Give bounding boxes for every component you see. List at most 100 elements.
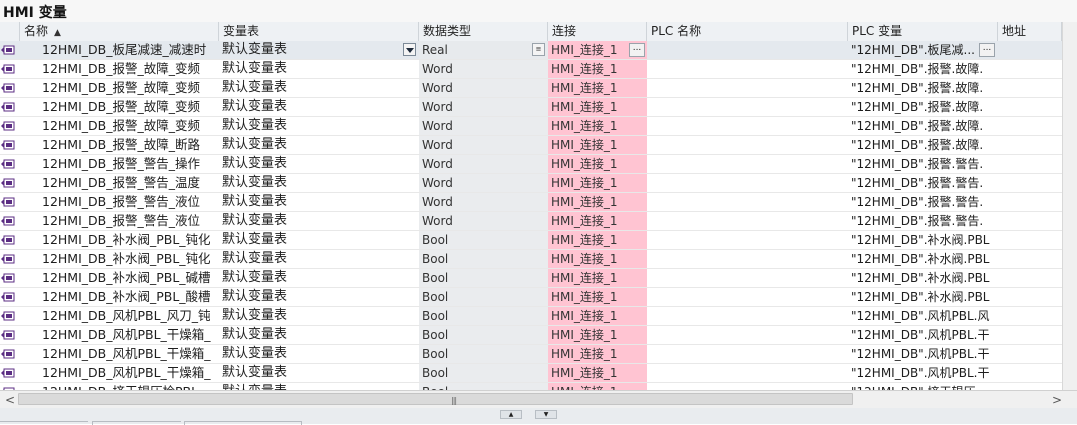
hmi-tags-table[interactable]: 名称 ▲ 变量表 数据类型 连接 PLC 名称 PLC 变量 地址 12HMI_D… (0, 22, 1062, 390)
cell-data-type[interactable]: Bool (419, 269, 548, 287)
cell-plc-tag[interactable]: "12HMI_DB".报警.警告. (848, 174, 998, 192)
cell-name[interactable]: 12HMI_DB_挤干辊压检PBL (20, 383, 219, 390)
cell-address[interactable] (998, 364, 1062, 382)
cell-name[interactable]: 12HMI_DB_报警_故障_变频 (20, 117, 219, 135)
table-row[interactable]: 12HMI_DB_报警_故障_变频 默认变量表 Word HMI_连接_1 "12HMI… (0, 98, 1062, 117)
cell-plc-name[interactable] (647, 231, 848, 249)
cell-plc-name[interactable] (647, 155, 848, 173)
cell-plc-tag[interactable]: "12HMI_DB".报警.故障. (848, 136, 998, 154)
cell-plc-name[interactable] (647, 79, 848, 97)
dropdown-arrow-icon[interactable] (403, 43, 416, 56)
header-connection[interactable]: 连接 (548, 22, 647, 41)
cell-connection[interactable]: HMI_连接_1 (548, 383, 647, 390)
cell-connection[interactable]: HMI_连接_1 (548, 326, 647, 344)
cell-tag-table[interactable]: 默认变量表 (219, 364, 419, 382)
cell-tag-table[interactable]: 默认变量表 (219, 250, 419, 268)
cell-connection[interactable]: HMI_连接_1 (548, 269, 647, 287)
table-row[interactable]: 12HMI_DB_报警_警告_温度 默认变量表 Word HMI_连接_1 "12HMI… (0, 174, 1062, 193)
cell-data-type[interactable]: Word (419, 155, 548, 173)
table-row[interactable]: 12HMI_DB_板尾减速_减速时 默认变量表 Real ≡ HMI_连接_1... "1… (0, 41, 1062, 60)
cell-plc-tag[interactable]: "12HMI_DB".报警.警告. (848, 212, 998, 230)
table-row[interactable]: 12HMI_DB_风机PBL_干燥箱_ 默认变量表 Bool HMI_连接_1 "12H… (0, 326, 1062, 345)
cell-plc-tag[interactable]: "12HMI_DB".报警.故障. (848, 60, 998, 78)
splitter-up-icon[interactable]: ▲ (500, 410, 522, 419)
cell-tag-table[interactable]: 默认变量表 (219, 155, 419, 173)
vertical-scrollbar[interactable] (1062, 22, 1077, 390)
cell-address[interactable] (998, 231, 1062, 249)
cell-name[interactable]: 12HMI_DB_风机PBL_风刀_钝 (20, 307, 219, 325)
cell-plc-name[interactable] (647, 41, 848, 59)
cell-tag-table[interactable]: 默认变量表 (219, 288, 419, 306)
table-row[interactable]: 12HMI_DB_补水阀_PBL_钝化 默认变量表 Bool HMI_连接_1 "12H… (0, 231, 1062, 250)
cell-address[interactable] (998, 383, 1062, 390)
cell-name[interactable]: 12HMI_DB_报警_故障_变频 (20, 98, 219, 116)
cell-connection[interactable]: HMI_连接_1 (548, 307, 647, 325)
cell-plc-tag[interactable]: "12HMI_DB".风机PBL.干 (848, 364, 998, 382)
cell-plc-name[interactable] (647, 383, 848, 390)
cell-plc-tag[interactable]: "12HMI_DB".风机PBL.干 (848, 326, 998, 344)
header-tag-table[interactable]: 变量表 (219, 22, 419, 41)
cell-address[interactable] (998, 136, 1062, 154)
cell-tag-table[interactable]: 默认变量表 (219, 117, 419, 135)
cell-tag-table[interactable]: 默认变量表 (219, 307, 419, 325)
cell-plc-tag[interactable]: "12HMI_DB".报警.故障. (848, 98, 998, 116)
cell-plc-tag[interactable]: "12HMI_DB".补水阀.PBL (848, 250, 998, 268)
cell-connection[interactable]: HMI_连接_1 (548, 231, 647, 249)
cell-plc-tag[interactable]: "12HMI_DB".风机PBL.干 (848, 345, 998, 363)
cell-data-type[interactable]: Word (419, 98, 548, 116)
cell-name[interactable]: 12HMI_DB_报警_故障_变频 (20, 79, 219, 97)
cell-address[interactable] (998, 98, 1062, 116)
cell-data-type[interactable]: Bool (419, 250, 548, 268)
sort-ascending-icon[interactable]: ▲ (54, 24, 61, 41)
cell-connection[interactable]: HMI_连接_1 (548, 250, 647, 268)
cell-tag-table[interactable]: 默认变量表 (219, 345, 419, 363)
cell-address[interactable] (998, 269, 1062, 287)
cell-name[interactable]: 12HMI_DB_报警_故障_变频 (20, 60, 219, 78)
table-row[interactable]: 12HMI_DB_报警_故障_变频 默认变量表 Word HMI_连接_1 "12HMI… (0, 79, 1062, 98)
cell-connection[interactable]: HMI_连接_1 (548, 193, 647, 211)
cell-plc-name[interactable] (647, 117, 848, 135)
cell-name[interactable]: 12HMI_DB_报警_警告_液位 (20, 212, 219, 230)
header-address[interactable]: 地址 (998, 22, 1062, 41)
cell-tag-table[interactable]: 默认变量表 (219, 41, 419, 59)
cell-name[interactable]: 12HMI_DB_报警_警告_操作 (20, 155, 219, 173)
cell-name[interactable]: 12HMI_DB_补水阀_PBL_钝化 (20, 231, 219, 249)
cell-data-type[interactable]: Bool (419, 231, 548, 249)
cell-name[interactable]: 12HMI_DB_风机PBL_干燥箱_ (20, 364, 219, 382)
cell-data-type[interactable]: Word (419, 60, 548, 78)
cell-data-type[interactable]: Word (419, 193, 548, 211)
cell-plc-tag[interactable]: "12HMI_DB".报警.故障. (848, 79, 998, 97)
cell-plc-tag[interactable]: "12HMI_DB".风机PBL.风 (848, 307, 998, 325)
table-row[interactable]: 12HMI_DB_报警_故障_变频 默认变量表 Word HMI_连接_1 "12HMI… (0, 60, 1062, 79)
table-row[interactable]: 12HMI_DB_报警_故障_变频 默认变量表 Word HMI_连接_1 "12HMI… (0, 117, 1062, 136)
cell-address[interactable] (998, 193, 1062, 211)
cell-connection[interactable]: HMI_连接_1 (548, 212, 647, 230)
cell-plc-name[interactable] (647, 345, 848, 363)
cell-data-type[interactable]: Bool (419, 345, 548, 363)
table-row[interactable]: 12HMI_DB_风机PBL_干燥箱_ 默认变量表 Bool HMI_连接_1 "12H… (0, 364, 1062, 383)
cell-data-type[interactable]: Bool (419, 364, 548, 382)
header-plc-tag[interactable]: PLC 变量 (848, 22, 998, 41)
cell-name[interactable]: 12HMI_DB_报警_警告_温度 (20, 174, 219, 192)
table-row[interactable]: 12HMI_DB_风机PBL_风刀_钝 默认变量表 Bool HMI_连接_1 "12H… (0, 307, 1062, 326)
cell-address[interactable] (998, 60, 1062, 78)
horizontal-scrollbar[interactable]: < ||| > (0, 390, 1077, 408)
scroll-left-icon[interactable]: < (5, 394, 15, 406)
cell-plc-name[interactable] (647, 193, 848, 211)
cell-name[interactable]: 12HMI_DB_补水阀_PBL_酸槽 (20, 288, 219, 306)
cell-data-type[interactable]: Bool (419, 307, 548, 325)
table-row[interactable]: 12HMI_DB_补水阀_PBL_酸槽 默认变量表 Bool HMI_连接_1 "12H… (0, 288, 1062, 307)
cell-data-type[interactable]: Word (419, 212, 548, 230)
cell-plc-name[interactable] (647, 364, 848, 382)
cell-connection[interactable]: HMI_连接_1 (548, 79, 647, 97)
table-row[interactable]: 12HMI_DB_报警_警告_操作 默认变量表 Word HMI_连接_1 "12HMI… (0, 155, 1062, 174)
cell-connection[interactable]: HMI_连接_1... (548, 41, 647, 59)
cell-data-type[interactable]: Bool (419, 326, 548, 344)
table-row[interactable]: 12HMI_DB_报警_警告_液位 默认变量表 Word HMI_连接_1 "12HMI… (0, 193, 1062, 212)
plc-tag-browse-button[interactable]: ... (979, 43, 995, 57)
cell-plc-name[interactable] (647, 250, 848, 268)
cell-data-type[interactable]: Word (419, 174, 548, 192)
cell-tag-table[interactable]: 默认变量表 (219, 269, 419, 287)
header-icon-column[interactable] (0, 22, 20, 41)
cell-plc-tag[interactable]: "12HMI_DB".补水阀.PBL (848, 231, 998, 249)
